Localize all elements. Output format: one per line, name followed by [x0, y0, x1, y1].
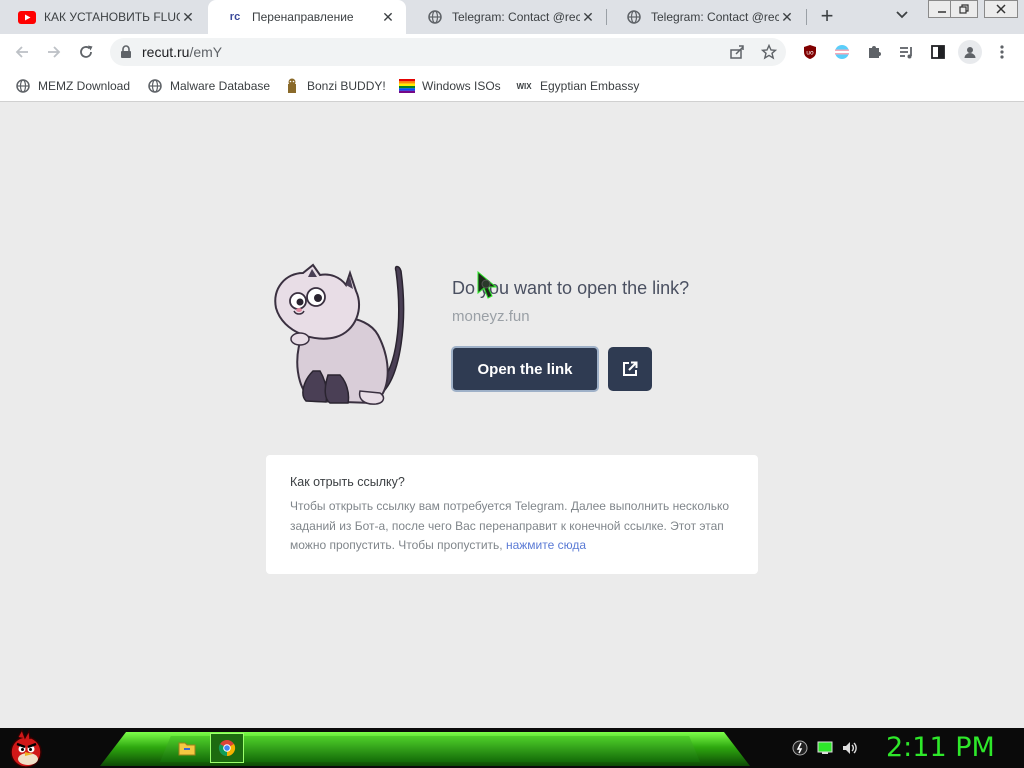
external-link-button[interactable] [608, 347, 652, 391]
close-tab-icon[interactable]: ✕ [580, 9, 596, 25]
url-path: /emY [189, 44, 223, 60]
extensions-puzzle-icon[interactable] [865, 43, 883, 61]
youtube-icon [18, 10, 36, 24]
tab-separator [806, 9, 807, 25]
address-bar[interactable]: recut.ru/emY [110, 38, 786, 66]
monitor-tray-icon[interactable] [817, 740, 833, 756]
bookmark-label: Malware Database [170, 79, 271, 93]
ublock-icon[interactable]: uo [801, 43, 819, 61]
bookmark-memz[interactable]: MEMZ Download [15, 77, 130, 95]
star-icon[interactable] [760, 43, 778, 61]
rainbow-flag-icon [399, 78, 415, 94]
svg-text:uo: uo [806, 50, 814, 57]
bookmark-egyptian-embassy[interactable]: WIX Egyptian Embassy [515, 77, 639, 95]
menu-kebab-icon[interactable] [993, 43, 1011, 61]
close-tab-icon[interactable]: ✕ [380, 9, 396, 25]
share-icon[interactable] [728, 43, 746, 61]
trans-flag-icon[interactable] [833, 43, 851, 61]
restore-button[interactable] [950, 0, 978, 18]
mouse-cursor-icon [476, 270, 502, 301]
external-link-icon [623, 361, 638, 376]
profile-avatar-icon[interactable] [958, 40, 982, 64]
tab-telegram-2[interactable]: Telegram: Contact @recut ✕ [607, 0, 805, 34]
wix-icon: WIX [516, 81, 532, 91]
reload-icon[interactable] [75, 41, 97, 63]
media-playlist-icon[interactable] [897, 43, 915, 61]
start-button-angry-bird-icon[interactable] [6, 728, 46, 768]
bookmark-label: Windows ISOs [422, 79, 501, 93]
file-explorer-icon[interactable] [170, 733, 204, 763]
tab-strip: КАК УСТАНОВИТЬ FLUGF ✕ rc Перенаправлени… [0, 0, 1024, 34]
page-content: Do you want to open the link? moneyz.fun… [0, 103, 1024, 728]
tab-redirect[interactable]: rc Перенаправление ✕ [208, 0, 406, 34]
new-tab-button[interactable]: + [815, 5, 839, 29]
url-text: recut.ru/emY [142, 44, 222, 60]
back-arrow-icon[interactable] [11, 41, 33, 63]
recut-icon: rc [229, 11, 241, 23]
chrome-taskbar-icon[interactable] [210, 733, 244, 763]
browser-toolbar: recut.ru/emY uo [0, 34, 1024, 70]
bookmark-label: Bonzi BUDDY! [307, 79, 386, 93]
network-tray-icon[interactable] [792, 740, 808, 756]
bonzi-icon [284, 78, 300, 94]
globe-icon [147, 78, 163, 94]
tab-title: Telegram: Contact @recut [651, 10, 779, 24]
tab-title: КАК УСТАНОВИТЬ FLUGF [44, 10, 180, 24]
taskbar-clock[interactable]: 2:11 PM [886, 732, 995, 763]
skip-link[interactable]: нажмите сюда [506, 538, 586, 552]
volume-tray-icon[interactable] [841, 740, 857, 756]
close-window-button[interactable] [984, 0, 1018, 18]
help-card: Как отрыть ссылку? Чтобы открыть ссылку … [266, 455, 758, 574]
close-tab-icon[interactable]: ✕ [180, 9, 196, 25]
chevron-down-icon[interactable] [895, 9, 913, 25]
target-domain: moneyz.fun [452, 308, 530, 325]
taskbar: 2:11 PM [0, 728, 1024, 768]
url-host: recut.ru [142, 44, 190, 60]
bookmark-malware-database[interactable]: Malware Database [147, 77, 270, 95]
bookmark-bonzi-buddy[interactable]: Bonzi BUDDY! [284, 77, 386, 95]
bookmark-windows-isos[interactable]: Windows ISOs [399, 77, 501, 95]
globe-icon [625, 10, 643, 24]
tab-title: Telegram: Contact @recut [452, 10, 580, 24]
help-text: Чтобы открыть ссылку вам потребуется Tel… [290, 497, 740, 556]
tab-telegram-1[interactable]: Telegram: Contact @recut ✕ [408, 0, 606, 34]
tab-youtube[interactable]: КАК УСТАНОВИТЬ FLUGF ✕ [0, 0, 206, 34]
tab-title: Перенаправление [252, 10, 354, 24]
bookmark-label: Egyptian Embassy [540, 79, 640, 93]
side-panel-icon[interactable] [929, 43, 947, 61]
cat-illustration [268, 263, 408, 408]
bookmark-label: MEMZ Download [38, 79, 131, 93]
forward-arrow-icon[interactable] [43, 41, 65, 63]
close-tab-icon[interactable]: ✕ [779, 9, 795, 25]
bookmarks-bar: MEMZ Download Malware Database Bonzi BUD… [0, 70, 1024, 102]
globe-icon [15, 78, 31, 94]
lock-icon[interactable] [120, 45, 132, 59]
open-link-button[interactable]: Open the link [451, 346, 599, 392]
globe-icon [426, 10, 444, 24]
help-title: Как отрыть ссылку? [290, 475, 405, 489]
